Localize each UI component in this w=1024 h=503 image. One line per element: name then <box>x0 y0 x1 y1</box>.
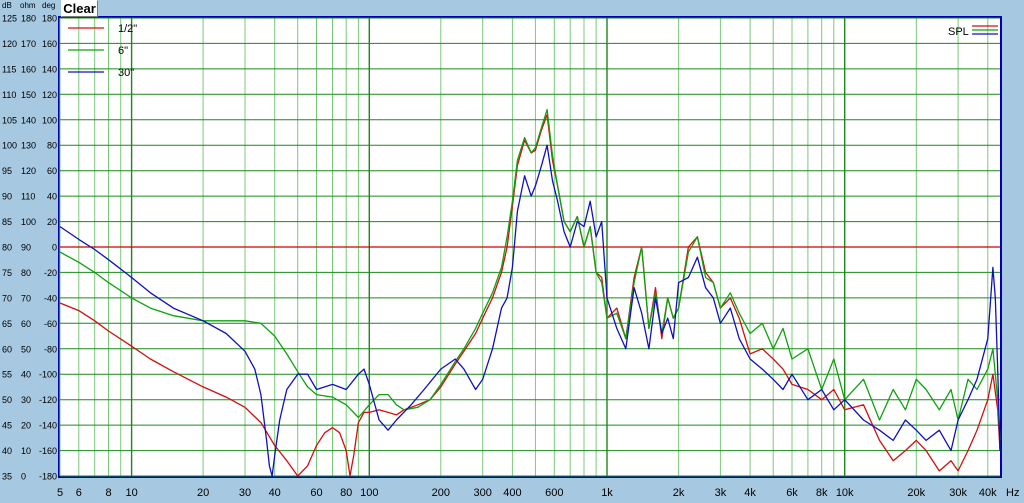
y-tick-ohm: 120 <box>21 166 36 176</box>
y-tick-db: 100 <box>2 141 17 151</box>
y-tick-deg: 120 <box>42 90 57 100</box>
y-tick-deg: 140 <box>42 64 57 74</box>
y-tick-ohm: 10 <box>21 446 31 456</box>
y-tick-deg: -80 <box>44 344 57 354</box>
clear-button[interactable]: Clear <box>61 0 98 17</box>
y-tick-deg: 0 <box>52 243 57 253</box>
y-tick-db: 95 <box>2 166 12 176</box>
x-tick-label: 6 <box>76 487 82 499</box>
y-tick-deg: -140 <box>39 421 57 431</box>
y-tick-db: 120 <box>2 39 17 49</box>
x-tick-label: 200 <box>432 487 450 499</box>
y-axis-ticks: 125 180 180 120 170 160 115 160 140 110 150 120 105 1… <box>2 14 57 482</box>
x-tick-label: 6k <box>786 487 798 499</box>
y-tick-ohm: 70 <box>21 293 31 303</box>
y-tick-db: 75 <box>2 268 12 278</box>
y-tick-db: 60 <box>2 344 12 354</box>
y-tick-db: 65 <box>2 319 12 329</box>
y-axis-header: ohm <box>20 1 36 10</box>
y-axis-header: dB <box>2 1 12 10</box>
x-tick-label: 8k <box>816 487 828 499</box>
y-tick-ohm: 110 <box>21 192 35 202</box>
y-tick-ohm: 100 <box>21 217 36 227</box>
y-tick-ohm: 30 <box>21 395 31 405</box>
y-tick-deg: -120 <box>39 395 57 405</box>
y-tick-deg: 60 <box>47 166 57 176</box>
y-tick-ohm: 80 <box>21 268 31 278</box>
y-tick-ohm: 180 <box>21 14 36 24</box>
y-tick-ohm: 160 <box>21 64 36 74</box>
y-tick-ohm: 20 <box>21 421 31 431</box>
x-tick-label: 1k <box>601 487 613 499</box>
y-tick-deg: -20 <box>44 268 57 278</box>
y-tick-ohm: 90 <box>21 243 31 253</box>
y-tick-deg: -100 <box>39 370 57 380</box>
legend-spl-label: SPL <box>948 26 969 38</box>
x-tick-label: 10 <box>125 487 137 499</box>
y-tick-ohm: 150 <box>21 90 36 100</box>
y-tick-ohm: 140 <box>21 115 36 125</box>
x-tick-label: 600 <box>545 487 563 499</box>
y-tick-ohm: 0 <box>21 472 26 482</box>
y-tick-db: 85 <box>2 217 12 227</box>
y-tick-db: 50 <box>2 395 12 405</box>
y-tick-ohm: 40 <box>21 370 31 380</box>
x-tick-label: 30 <box>239 487 251 499</box>
y-axis-header: deg <box>42 1 55 10</box>
legend-label: 30" <box>118 67 134 79</box>
y-tick-deg: -60 <box>44 319 57 329</box>
y-tick-db: 55 <box>2 370 12 380</box>
x-tick-label: 300 <box>474 487 492 499</box>
y-tick-ohm: 130 <box>21 141 36 151</box>
x-axis-ticks: 5 6 8 10 20 30 40 60 80 100 200 300 400 600 1k 2k 3k 4k 6k… <box>57 487 1020 499</box>
y-tick-db: 125 <box>2 14 17 24</box>
y-tick-deg: 40 <box>47 192 57 202</box>
y-tick-deg: 100 <box>42 115 57 125</box>
y-tick-ohm: 170 <box>21 39 36 49</box>
x-axis-unit: Hz <box>1006 487 1019 499</box>
y-tick-ohm: 50 <box>21 344 31 354</box>
y-tick-ohm: 60 <box>21 319 31 329</box>
legend-label: 1/2" <box>118 23 137 35</box>
y-tick-deg: -40 <box>44 293 57 303</box>
x-tick-label: 30k <box>949 487 967 499</box>
x-tick-label: 8 <box>105 487 111 499</box>
x-tick-label: 10k <box>836 487 854 499</box>
y-tick-db: 105 <box>2 115 17 125</box>
y-tick-db: 35 <box>2 472 12 482</box>
x-tick-label: 40k <box>979 487 997 499</box>
frequency-response-chart: 125 180 180120 170 160115 160 140110 150 120105 1… <box>2 1 1020 499</box>
y-tick-deg: 20 <box>47 217 57 227</box>
y-tick-db: 70 <box>2 293 12 303</box>
y-tick-deg: 160 <box>42 39 57 49</box>
y-tick-db: 40 <box>2 446 12 456</box>
y-tick-deg: -160 <box>39 446 57 456</box>
legend-label: 6" <box>118 45 128 57</box>
x-tick-label: 400 <box>503 487 521 499</box>
y-tick-db: 45 <box>2 421 12 431</box>
x-tick-label: 100 <box>360 487 378 499</box>
y-tick-deg: 180 <box>42 14 57 24</box>
x-tick-label: 4k <box>744 487 756 499</box>
x-tick-label: 20k <box>907 487 925 499</box>
x-tick-label: 60 <box>310 487 322 499</box>
y-tick-deg: -180 <box>39 472 57 482</box>
x-tick-label: 40 <box>269 487 281 499</box>
y-tick-deg: 80 <box>47 141 57 151</box>
y-tick-db: 90 <box>2 192 12 202</box>
x-tick-label: 80 <box>340 487 352 499</box>
x-tick-label: 5 <box>57 487 63 499</box>
x-tick-label: 20 <box>197 487 209 499</box>
y-tick-db: 110 <box>2 90 16 100</box>
y-tick-db: 115 <box>2 64 16 74</box>
x-tick-label: 3k <box>715 487 727 499</box>
y-axis-headers: dB ohm deg <box>2 1 55 10</box>
x-tick-label: 2k <box>673 487 685 499</box>
y-tick-db: 80 <box>2 243 12 253</box>
